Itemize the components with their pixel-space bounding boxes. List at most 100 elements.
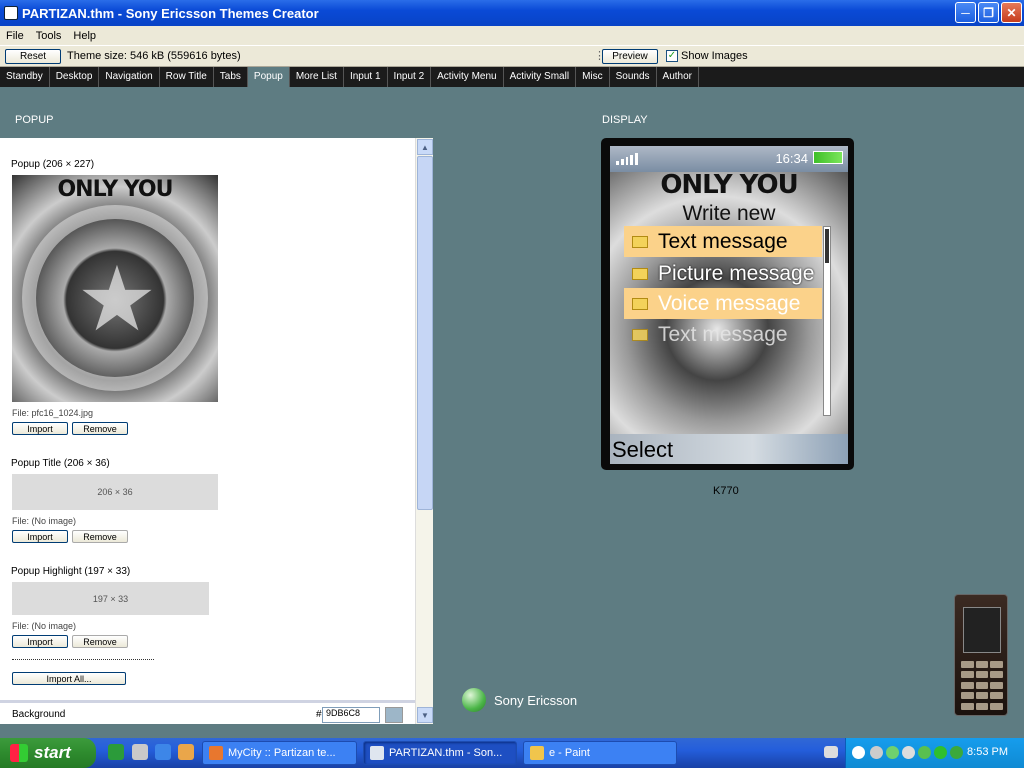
popup-highlight-import-button[interactable]: Import: [12, 635, 68, 648]
tab-tabs[interactable]: Tabs: [214, 67, 248, 87]
menu-item-voice-message[interactable]: Voice message: [624, 288, 822, 319]
quicklaunch-app-icon[interactable]: [108, 744, 124, 760]
popup-highlight-remove-button[interactable]: Remove: [72, 635, 128, 648]
menu-item-label: Text message: [658, 322, 788, 346]
preview-button[interactable]: Preview: [602, 49, 658, 64]
start-button[interactable]: start: [0, 738, 96, 768]
tray-shield-icon[interactable]: [918, 746, 931, 759]
hash-label: #: [316, 709, 322, 720]
show-images-checkbox[interactable]: ✓: [666, 50, 678, 62]
close-button[interactable]: ✕: [1001, 2, 1022, 23]
menu-tools[interactable]: Tools: [30, 30, 68, 42]
voice-envelope-icon: [632, 297, 648, 310]
tab-author[interactable]: Author: [657, 67, 700, 87]
left-panel-scrollbar[interactable]: ▲ ▼: [415, 138, 433, 724]
softkey-select[interactable]: Select: [612, 437, 673, 463]
scroll-up-icon[interactable]: ▲: [417, 139, 433, 155]
tab-desktop[interactable]: Desktop: [50, 67, 100, 87]
popup-import-button[interactable]: Import: [12, 422, 68, 435]
tab-standby[interactable]: Standby: [0, 67, 50, 87]
sony-ericsson-logo: Sony Ericsson: [462, 688, 577, 712]
popup-field-title: Popup (206 × 227): [11, 159, 95, 170]
sony-ericsson-logo-icon: [462, 688, 486, 712]
tray-media-icon[interactable]: [934, 746, 947, 759]
background-color-field[interactable]: 9DB6C8: [322, 707, 380, 723]
phone-model-label: K770: [713, 485, 739, 497]
tab-sounds[interactable]: Sounds: [610, 67, 657, 87]
softkey-bar: Select: [610, 434, 848, 464]
tray-network-icon[interactable]: [870, 746, 883, 759]
tab-misc[interactable]: Misc: [576, 67, 610, 87]
taskbar-clock: 8:53 PM: [967, 746, 1008, 758]
quicklaunch-desktop-icon[interactable]: [132, 744, 148, 760]
popup-title-field-title: Popup Title (206 × 36): [11, 458, 110, 469]
scroll-down-icon[interactable]: ▼: [417, 707, 433, 723]
reset-button[interactable]: Reset: [5, 49, 61, 64]
windows-flag-icon: [10, 744, 28, 762]
popup-file-label: File: pfc16_1024.jpg: [12, 408, 94, 418]
popup-settings-panel: Popup (206 × 227) ★ ONLY YOU File: pfc16…: [0, 138, 433, 724]
window-title: PARTIZAN.thm - Sony Ericsson Themes Crea…: [22, 5, 319, 21]
popup-section-label: POPUP: [15, 114, 54, 126]
quicklaunch-more-icon[interactable]: [178, 744, 194, 760]
tab-activity-menu[interactable]: Activity Menu: [431, 67, 504, 87]
phone-caption: ONLY YOU: [660, 170, 798, 200]
import-all-button[interactable]: Import All...: [12, 672, 126, 685]
taskbar: start MyCity :: Partizan te... PARTIZAN.…: [0, 738, 1024, 768]
tab-input-1[interactable]: Input 1: [344, 67, 388, 87]
signal-icon: [616, 152, 638, 165]
paint-icon: [530, 746, 544, 760]
popup-image-preview: ★ ONLY YOU: [12, 175, 218, 402]
start-label: start: [34, 743, 71, 762]
themes-creator-icon: [370, 746, 384, 760]
phone-scrollbar: [823, 226, 831, 416]
menu-bar: File Tools Help: [0, 26, 1024, 45]
tab-bar: Standby Desktop Navigation Row Title Tab…: [0, 67, 1024, 87]
background-color-swatch[interactable]: [385, 707, 403, 723]
taskbar-item-firefox[interactable]: MyCity :: Partizan te...: [202, 741, 357, 765]
menu-item-label: Picture message: [658, 261, 815, 285]
menu-item-picture-message[interactable]: Picture message: [624, 258, 822, 289]
popup-heading: Write new: [682, 202, 776, 225]
tray-monitor-icon[interactable]: [902, 746, 915, 759]
phone-status-bar: 16:34: [610, 146, 848, 172]
maximize-button[interactable]: ❐: [978, 2, 999, 23]
phone-clock: 16:34: [775, 151, 808, 166]
menu-file[interactable]: File: [0, 30, 30, 42]
menu-item-label: Voice message: [658, 291, 801, 315]
toolbar: Reset Theme size: 546 kB (559616 bytes) …: [0, 45, 1024, 67]
tray-antivirus-icon[interactable]: [886, 746, 899, 759]
phone-model-image: [954, 594, 1008, 716]
popup-remove-button[interactable]: Remove: [72, 422, 128, 435]
app-icon: [4, 6, 18, 20]
popup-highlight-placeholder: 197 × 33: [12, 582, 209, 615]
quicklaunch-ie-icon[interactable]: [155, 744, 171, 760]
brand-label: Sony Ericsson: [494, 692, 578, 708]
tab-activity-small[interactable]: Activity Small: [504, 67, 577, 87]
window-titlebar: PARTIZAN.thm - Sony Ericsson Themes Crea…: [0, 0, 1024, 26]
keyboard-icon[interactable]: [824, 746, 838, 758]
tab-popup[interactable]: Popup: [247, 67, 290, 87]
firefox-icon: [209, 746, 223, 760]
menu-help[interactable]: Help: [67, 30, 102, 42]
popup-title-remove-button[interactable]: Remove: [72, 530, 128, 543]
taskbar-item-themes-creator[interactable]: PARTIZAN.thm - Son...: [363, 741, 517, 765]
scroll-thumb[interactable]: [417, 156, 433, 510]
system-tray: 8:53 PM: [845, 738, 1024, 768]
popup-highlight-field-title: Popup Highlight (197 × 33): [11, 566, 131, 577]
minimize-button[interactable]: ─: [955, 2, 976, 23]
menu-item-text-message-2[interactable]: Text message: [624, 319, 822, 350]
tab-more-list[interactable]: More List: [290, 67, 344, 87]
popup-title-import-button[interactable]: Import: [12, 530, 68, 543]
tab-row-title[interactable]: Row Title: [160, 67, 214, 87]
tray-expand-icon[interactable]: [852, 746, 865, 759]
window-controls: ─ ❐ ✕: [955, 2, 1022, 23]
star-icon: ★: [76, 250, 158, 350]
menu-item-label: Text message: [658, 229, 788, 253]
menu-item-text-message[interactable]: Text message: [624, 226, 822, 257]
taskbar-item-paint[interactable]: e - Paint: [523, 741, 677, 765]
tray-play-icon[interactable]: [950, 746, 963, 759]
tab-navigation[interactable]: Navigation: [99, 67, 160, 87]
picture-envelope-icon: [632, 267, 648, 280]
tab-input-2[interactable]: Input 2: [388, 67, 432, 87]
